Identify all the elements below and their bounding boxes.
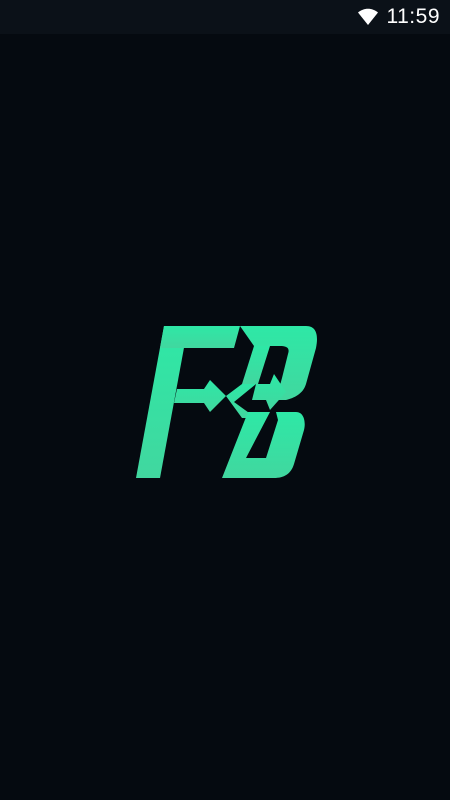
fb-logo-icon <box>130 312 320 482</box>
status-time: 11:59 <box>386 5 440 28</box>
status-bar: 11:59 <box>0 0 450 34</box>
wifi-icon <box>357 8 378 25</box>
status-bar-right: 11:59 <box>357 0 441 34</box>
splash-screen: 11:59 <box>0 0 450 800</box>
